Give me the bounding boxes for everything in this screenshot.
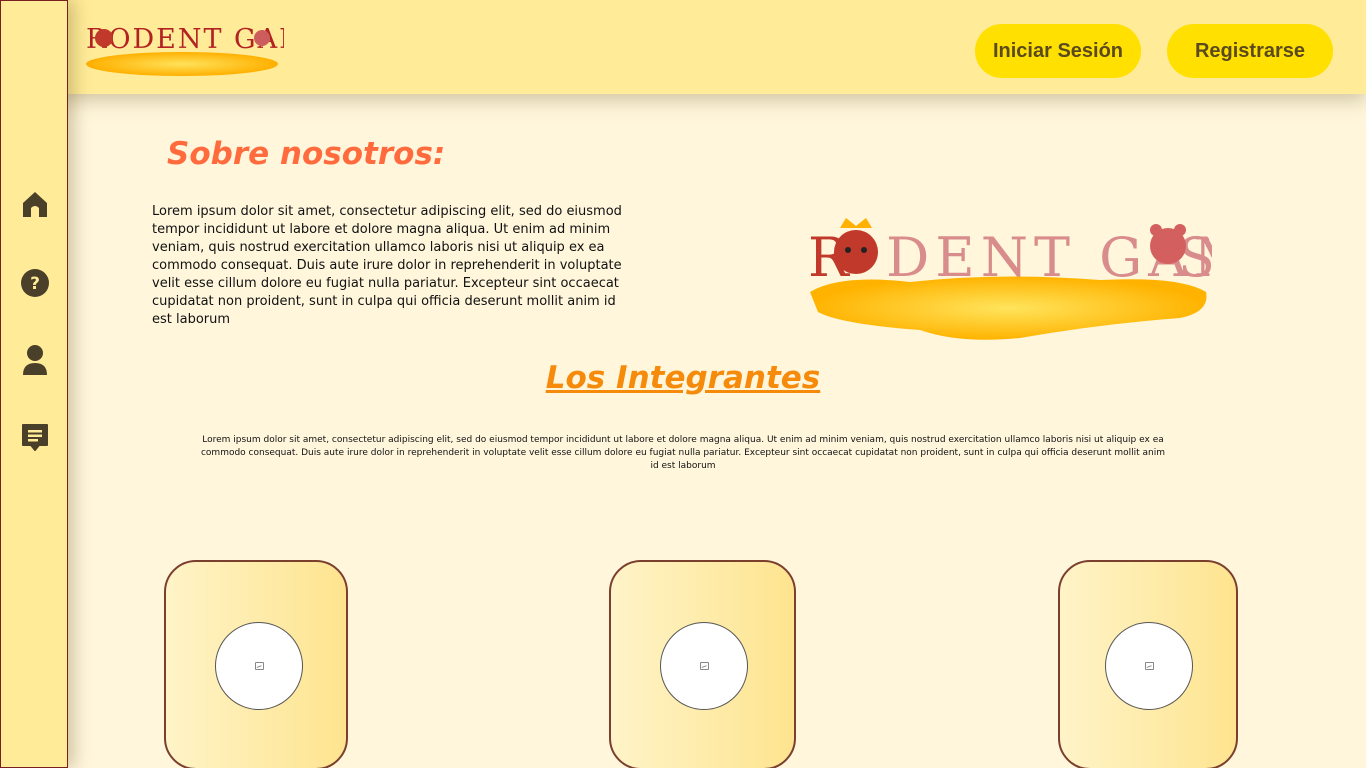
sidebar: ?: [0, 0, 68, 768]
broken-image-icon: [254, 662, 264, 670]
sidebar-item-profile[interactable]: [19, 344, 51, 376]
svg-text:S: S: [1178, 226, 1212, 289]
broken-image-icon: [1144, 662, 1154, 670]
member-card[interactable]: [164, 560, 348, 768]
help-icon: ?: [21, 269, 49, 297]
members-title[interactable]: Los Integrantes: [0, 360, 1366, 396]
register-button[interactable]: Registrarse: [1167, 24, 1333, 78]
about-text: Lorem ipsum dolor sit amet, consectetur …: [152, 204, 622, 327]
member-avatar: [1105, 622, 1193, 710]
home-icon: [23, 192, 47, 217]
sidebar-item-home[interactable]: [19, 188, 51, 220]
top-header: RODENT GAMES Iniciar Sesión Registrarse: [0, 0, 1366, 94]
login-button[interactable]: Iniciar Sesión: [975, 24, 1141, 78]
svg-text:?: ?: [30, 274, 40, 294]
brand-logo[interactable]: RODENT GAMES: [84, 14, 284, 80]
user-icon: [23, 345, 47, 375]
broken-image-icon: [699, 662, 709, 670]
sidebar-item-help[interactable]: ?: [19, 267, 51, 299]
sidebar-item-chat[interactable]: [19, 422, 51, 454]
member-avatar: [660, 622, 748, 710]
about-title: Sobre nosotros:: [167, 136, 446, 172]
member-avatar: [215, 622, 303, 710]
members-text: Lorem ipsum dolor sit amet, consectetur …: [200, 435, 1166, 471]
member-card[interactable]: [1058, 560, 1238, 768]
chat-icon: [22, 424, 48, 451]
brand-logo-large: R DENT GAM S: [808, 218, 1212, 340]
member-card[interactable]: [609, 560, 796, 768]
